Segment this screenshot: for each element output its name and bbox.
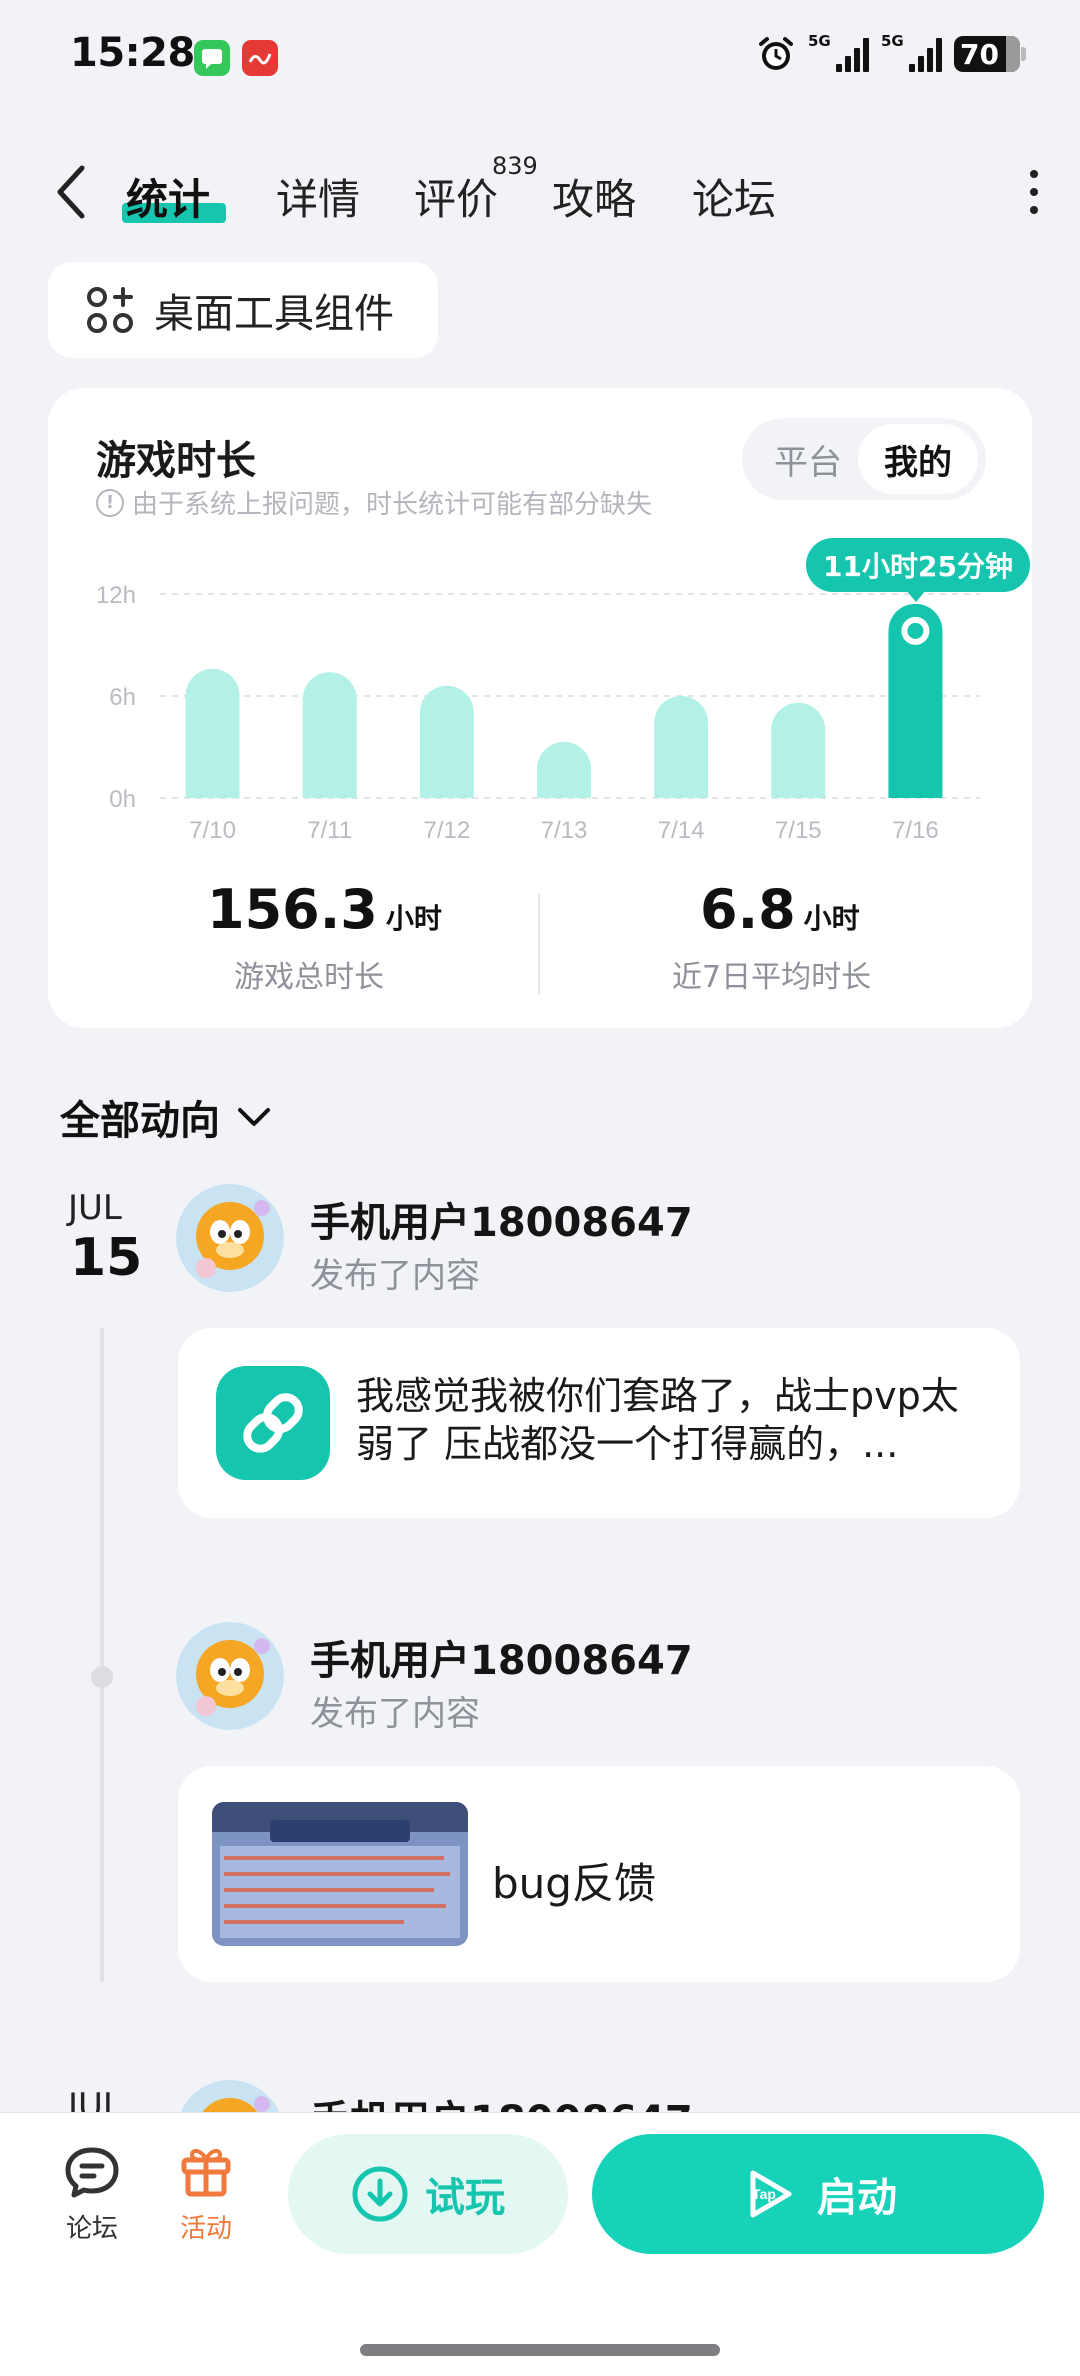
download-icon: [352, 2166, 408, 2222]
chart-bar[interactable]: [654, 696, 709, 798]
selected-day-tooltip: 11小时25分钟: [806, 538, 1030, 602]
red-app-icon: [242, 40, 278, 76]
average-playtime-label: 近7日平均时长: [672, 960, 872, 995]
average-playtime-unit: 小时: [803, 902, 860, 935]
activity-nav-label: 活动: [179, 2214, 232, 2244]
launch-button[interactable]: Tap 启动: [592, 2134, 1044, 2254]
x-tick-label: 7/14: [658, 817, 705, 844]
post-action: 发布了内容: [310, 1694, 480, 1734]
post-thumbnail: [212, 1802, 468, 1946]
signal-icon-1: 5G: [808, 32, 869, 72]
trial-button[interactable]: 试玩: [288, 2134, 568, 2254]
chat-bubble-icon: [65, 2147, 119, 2198]
x-tick-label: 7/15: [775, 817, 822, 844]
avatar[interactable]: [176, 1184, 284, 1292]
timeline-line: [100, 1328, 104, 1982]
chart-bar[interactable]: [302, 672, 357, 798]
y-tick-label: 0h: [109, 786, 136, 813]
tab-guides[interactable]: 攻略: [552, 166, 636, 227]
launch-icon-text: Tap: [752, 2186, 776, 2202]
chart-bar[interactable]: [537, 741, 591, 798]
total-playtime-label: 游戏总时长: [234, 960, 384, 995]
chart-bar[interactable]: [419, 685, 474, 798]
x-tick-label: 7/11: [307, 817, 352, 844]
forum-nav-button[interactable]: 论坛: [60, 2144, 124, 2245]
trial-button-label: 试玩: [425, 2175, 505, 2221]
desktop-widget-button[interactable]: 桌面工具组件: [48, 262, 438, 358]
activity-filter[interactable]: 全部动向: [60, 1088, 272, 1146]
playtime-note: ! 由于系统上报问题，时长统计可能有部分缺失: [96, 484, 652, 521]
playtime-note-text: 由于系统上报问题，时长统计可能有部分缺失: [132, 490, 653, 520]
status-icons: 5G 5G 70: [756, 32, 1026, 74]
widget-button-label: 桌面工具组件: [154, 291, 394, 337]
x-tick-label: 7/12: [423, 817, 470, 844]
back-arrow-icon[interactable]: [52, 162, 92, 222]
avatar[interactable]: [176, 1622, 284, 1730]
launch-button-label: 启动: [817, 2175, 897, 2221]
toggle-platform[interactable]: 平台: [750, 424, 866, 494]
post-action: 发布了内容: [310, 1256, 480, 1296]
battery-icon: 70: [954, 36, 1026, 72]
timeline-dot: [91, 1666, 113, 1688]
alarm-icon: [759, 37, 793, 70]
total-playtime-value: 156.3: [207, 878, 378, 941]
forum-nav-label: 论坛: [65, 2214, 118, 2244]
post-user-name[interactable]: 手机用户18008647: [310, 1190, 693, 1248]
toggle-mine[interactable]: 我的: [858, 424, 978, 494]
date-month: JUL: [68, 1188, 122, 1228]
stats-divider: [538, 894, 540, 994]
taptap-play-icon: Tap: [750, 2170, 792, 2218]
x-tick-label: 7/13: [541, 817, 588, 844]
battery-level: 70: [960, 37, 999, 71]
reviews-count: 839: [492, 152, 538, 180]
activity-filter-label: 全部动向: [60, 1098, 220, 1144]
post-text: 我感觉我被你们套路了，战士pvp太弱了 压战都没一个打得赢的，...: [356, 1374, 959, 1466]
date-day: 15: [70, 1228, 143, 1288]
link-icon: [216, 1366, 330, 1480]
tab-reviews[interactable]: 评价: [414, 166, 498, 227]
total-playtime: 156.3 小时: [207, 878, 442, 941]
chevron-down-icon: [238, 1108, 270, 1126]
tab-stats[interactable]: 统计: [126, 166, 210, 227]
chart-bar[interactable]: [771, 702, 826, 798]
tab-forum[interactable]: 论坛: [692, 166, 776, 227]
chart-bar[interactable]: [185, 668, 240, 798]
more-options-icon[interactable]: [1028, 170, 1040, 214]
playtime-title: 游戏时长: [96, 438, 256, 484]
total-playtime-unit: 小时: [385, 902, 442, 935]
widget-grid-icon: [87, 287, 133, 333]
average-playtime-value: 6.8: [700, 878, 796, 941]
chart-bar[interactable]: [888, 603, 943, 798]
activity-nav-button[interactable]: 活动: [174, 2140, 238, 2245]
info-icon: !: [96, 488, 124, 517]
post-user-name[interactable]: 手机用户18008647: [310, 1628, 693, 1686]
gift-icon: [181, 2148, 231, 2197]
x-tick-label: 7/10: [189, 817, 236, 844]
signal-icon-2: 5G: [881, 32, 942, 72]
post-title: bug反馈: [492, 1859, 656, 1908]
home-indicator[interactable]: [360, 2344, 720, 2356]
x-tick-label: 7/16: [892, 817, 939, 844]
messages-app-icon: [194, 40, 230, 76]
y-tick-label: 6h: [109, 684, 136, 711]
y-tick-label: 12h: [96, 582, 136, 609]
tab-details[interactable]: 详情: [276, 166, 360, 227]
average-playtime: 6.8 小时: [700, 878, 860, 941]
status-time: 15:28: [70, 30, 195, 76]
